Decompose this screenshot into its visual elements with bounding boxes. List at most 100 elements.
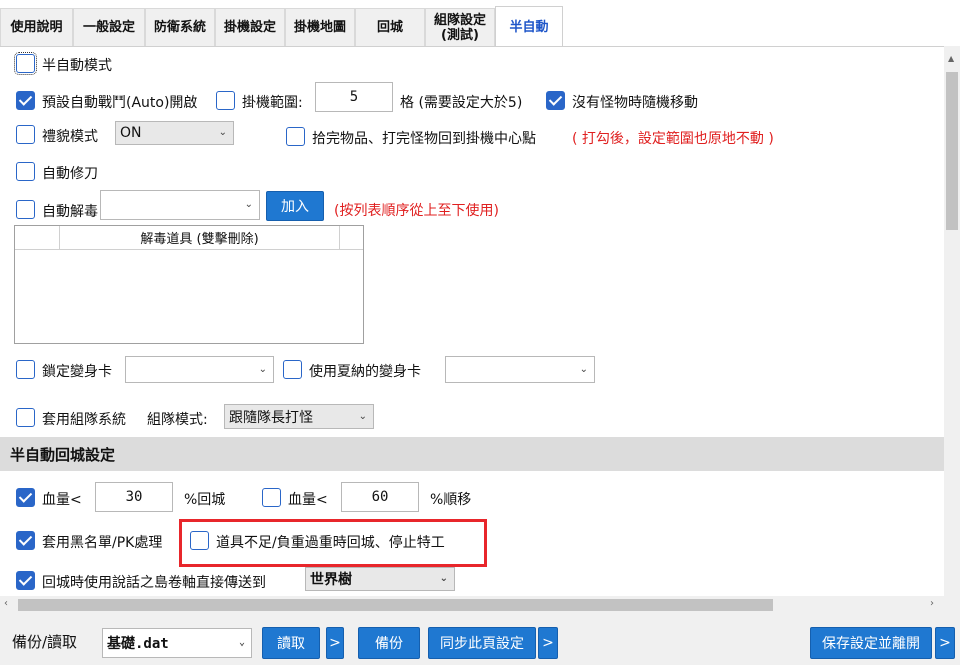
detox-list-header: 解毒道具 (雙擊刪除) (15, 226, 363, 250)
party-mode-select[interactable]: 跟隨隊長打怪 ⌄ (224, 404, 374, 429)
scroll-teleport-value: 世界樹 (310, 572, 352, 588)
courtesy-mode-value: ON (120, 125, 142, 141)
tab-party[interactable]: 組隊設定 (測試) (425, 8, 495, 46)
tab-bar: 使用說明 一般設定 防衛系統 掛機設定 掛機地圖 回城 組隊設定 (測試) 半自… (0, 0, 960, 47)
settings-panel: 半自動模式 預設自動戰鬥(Auto)開啟 掛機範圍: 5 格 (需要設定大於5)… (0, 46, 944, 596)
scroll-right-icon[interactable]: › (930, 598, 934, 609)
courtesy-mode-label: 禮貌模式 (42, 129, 98, 145)
blacklist-checkbox[interactable] (16, 531, 35, 550)
chevron-down-icon: ⌄ (258, 363, 267, 375)
xiana-morph-checkbox[interactable] (283, 360, 302, 379)
backup-button[interactable]: 備份 (358, 627, 420, 659)
auto-battle-checkbox[interactable] (16, 91, 35, 110)
party-mode-value: 跟隨隊長打怪 (229, 409, 313, 426)
backup-file-value: 基礎.dat (107, 636, 169, 652)
chevron-down-icon: ⌄ (579, 363, 588, 375)
sync-more-button[interactable]: > (538, 627, 558, 659)
chevron-down-icon: ⌄ (439, 572, 448, 584)
detox-order-note: (按列表順序從上至下使用) (334, 203, 499, 219)
return-center-note: ( 打勾後，設定範圍也原地不動 ) (572, 131, 774, 147)
tab-idle-settings[interactable]: 掛機設定 (215, 8, 285, 46)
scroll-teleport-checkbox[interactable] (16, 571, 35, 590)
tab-semi-auto[interactable]: 半自動 (495, 6, 563, 47)
scroll-up-icon[interactable]: ▲ (948, 54, 954, 63)
hp-return-suffix: %回城 (184, 492, 226, 508)
tab-label: 一般設定 (82, 20, 135, 35)
hp-teleport-checkbox[interactable] (262, 488, 281, 507)
hp-return-input[interactable]: 30 (95, 482, 173, 512)
tab-idle-map[interactable]: 掛機地圖 (285, 8, 355, 46)
add-detox-button[interactable]: 加入 (266, 191, 324, 221)
hp-return-label: 血量< (42, 492, 82, 508)
save-and-exit-button[interactable]: 保存設定並離開 (810, 627, 932, 659)
courtesy-mode-checkbox[interactable] (16, 125, 35, 144)
backup-label: 備份/讀取 (12, 633, 78, 651)
idle-range-hint: 格 (需要設定大於5) (400, 95, 523, 111)
tab-label: 半自動 (509, 19, 549, 35)
tab-general[interactable]: 一般設定 (73, 8, 145, 46)
scroll-teleport-select[interactable]: 世界樹 ⌄ (305, 567, 455, 591)
footer-bar: 備份/讀取 基礎.dat ⌄ 讀取 > 備份 同步此頁設定 > 保存設定並離開 … (0, 614, 960, 665)
save-more-button[interactable]: > (935, 627, 955, 659)
scroll-left-icon[interactable]: ‹ (4, 598, 8, 609)
tab-return-town[interactable]: 回城 (355, 8, 425, 46)
horizontal-scroll-thumb[interactable] (18, 599, 773, 611)
blacklist-label: 套用黑名單/PK處理 (42, 535, 163, 551)
auto-repair-label: 自動修刀 (42, 166, 98, 182)
tab-label: 掛機地圖 (293, 20, 346, 35)
tab-label: 回城 (376, 20, 403, 35)
courtesy-mode-select[interactable]: ON ⌄ (115, 121, 234, 145)
lock-morph-checkbox[interactable] (16, 360, 35, 379)
semi-auto-mode-checkbox[interactable] (14, 52, 37, 75)
tab-instructions[interactable]: 使用說明 (0, 8, 73, 46)
hp-teleport-input[interactable]: 60 (341, 482, 419, 512)
horizontal-scrollbar[interactable]: ‹ › (0, 596, 944, 614)
no-item-return-label: 道具不足/負重過重時回城、停止特工 (216, 535, 445, 551)
tab-defense[interactable]: 防衛系統 (145, 8, 215, 46)
vertical-scrollbar[interactable]: ▲ (944, 46, 960, 596)
section-header: 半自動回城設定 (0, 437, 944, 471)
chevron-down-icon: ⌄ (238, 636, 245, 648)
idle-range-checkbox[interactable] (216, 91, 235, 110)
hp-return-checkbox[interactable] (16, 488, 35, 507)
backup-file-select[interactable]: 基礎.dat ⌄ (102, 628, 252, 658)
no-item-return-checkbox[interactable] (190, 531, 209, 550)
read-more-button[interactable]: > (326, 627, 344, 659)
sync-page-button[interactable]: 同步此頁設定 (428, 627, 536, 659)
scroll-teleport-label: 回城時使用說話之島卷軸直接傳送到 (42, 575, 266, 591)
idle-range-label: 掛機範圍: (242, 95, 303, 111)
lock-morph-select[interactable]: ⌄ (125, 356, 274, 383)
chevron-down-icon: ⌄ (244, 198, 253, 210)
return-center-checkbox[interactable] (286, 127, 305, 146)
scroll-corner (944, 596, 960, 614)
tab-label: 防衛系統 (153, 20, 206, 35)
tab-label: 掛機設定 (223, 20, 276, 35)
chevron-down-icon: ⌄ (358, 410, 367, 422)
tab-label: 使用說明 (10, 20, 63, 35)
xiana-morph-select[interactable]: ⌄ (445, 356, 595, 383)
random-move-checkbox[interactable] (546, 91, 565, 110)
auto-detox-checkbox[interactable] (16, 200, 35, 219)
tab-label: 組隊設定 (433, 12, 486, 28)
hp-teleport-label: 血量< (288, 492, 328, 508)
xiana-morph-label: 使用夏納的變身卡 (309, 364, 421, 380)
return-center-label: 拾完物品、打完怪物回到掛機中心點 (312, 131, 536, 147)
idle-range-input[interactable]: 5 (315, 82, 393, 112)
lock-morph-label: 鎖定變身卡 (42, 364, 112, 380)
auto-detox-label: 自動解毒 (42, 204, 98, 220)
vertical-scroll-thumb[interactable] (946, 72, 958, 230)
list-header-cell (15, 226, 60, 249)
random-move-label: 沒有怪物時隨機移動 (572, 95, 698, 111)
party-system-label: 套用組隊系統 (42, 412, 126, 428)
read-button[interactable]: 讀取 (262, 627, 320, 659)
auto-repair-checkbox[interactable] (16, 162, 35, 181)
party-system-checkbox[interactable] (16, 408, 35, 427)
detox-item-list[interactable]: 解毒道具 (雙擊刪除) (14, 225, 364, 344)
tab-sublabel: (測試) (441, 27, 479, 43)
semi-auto-mode-label: 半自動模式 (42, 58, 112, 74)
auto-battle-label: 預設自動戰鬥(Auto)開啟 (42, 95, 198, 111)
hp-teleport-suffix: %順移 (430, 492, 472, 508)
detox-item-select[interactable]: ⌄ (100, 190, 260, 220)
detox-list-column-header: 解毒道具 (雙擊刪除) (60, 226, 340, 249)
chevron-down-icon: ⌄ (218, 126, 227, 138)
